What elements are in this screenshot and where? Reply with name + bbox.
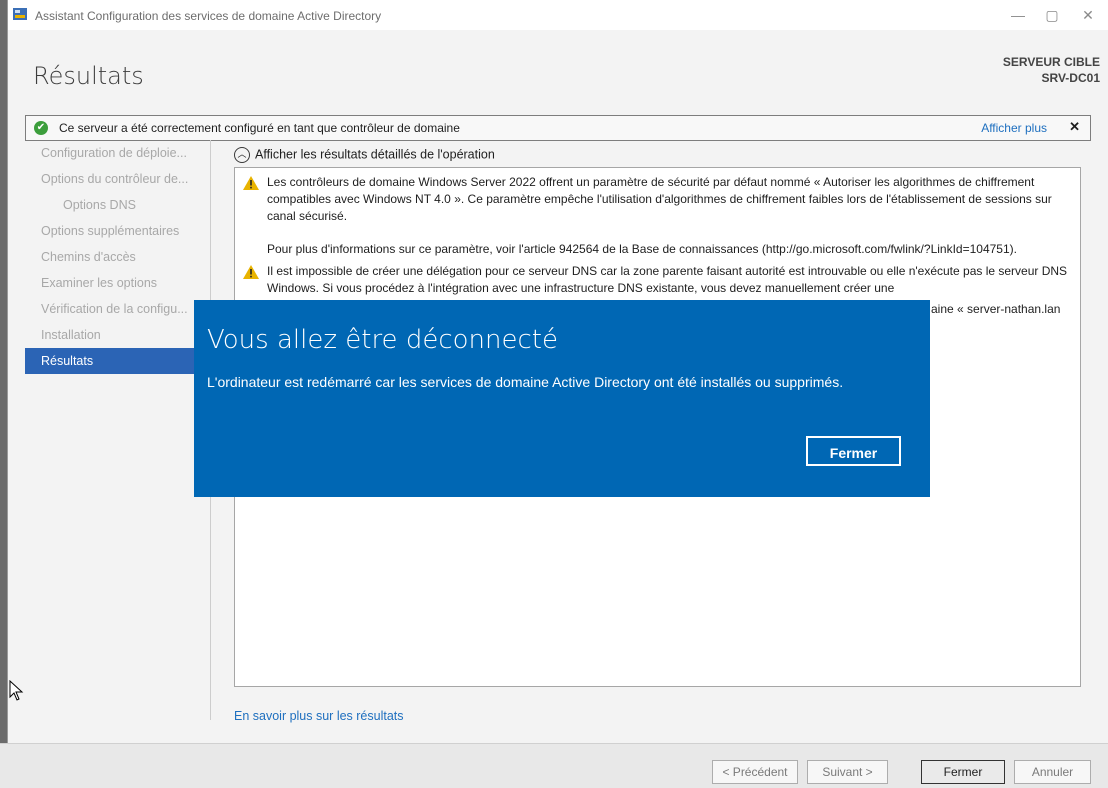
nav-item-results[interactable]: Résultats [25,348,210,374]
dialog-title: Vous allez être déconnecté [207,325,558,355]
warning-icon [243,176,259,190]
maximize-button[interactable]: ▢ [1035,4,1069,26]
dialog-close-label: Fermer [829,445,878,461]
title-bar: Assistant Configuration des services de … [8,0,1108,30]
server-manager-icon [13,8,27,20]
nav-item-installation[interactable]: Installation [25,322,210,348]
target-server: SERVEUR CIBLE SRV-DC01 [1003,54,1100,86]
nav-item-dc-options[interactable]: Options du contrôleur de... [25,166,210,192]
nav-item-dns-options[interactable]: Options DNS [25,192,210,218]
nav-item-prereq-check[interactable]: Vérification de la configu... [25,296,210,322]
page-header: Résultats SERVEUR CIBLE SRV-DC01 [8,30,1108,114]
minimize-button[interactable]: — [1001,4,1035,26]
result-message-text: Il est impossible de créer une délégatio… [267,264,1068,295]
dialog-close-button[interactable]: Fermer [806,436,901,466]
target-server-name: SRV-DC01 [1041,71,1100,85]
dismiss-notification-button[interactable]: ✕ [1069,119,1080,135]
result-message-text: aine « server-nathan.lan [931,302,1061,316]
success-check-icon: ✔ [34,121,48,135]
nav-item-review[interactable]: Examiner les options [25,270,210,296]
detailed-results-toggle[interactable]: ︿ Afficher les résultats détaillés de l'o… [234,147,495,163]
target-server-label: SERVEUR CIBLE [1002,55,1100,69]
notification-bar: ✔ Ce serveur a été correctement configur… [25,115,1091,141]
signout-dialog: Vous allez être déconnecté L'ordinateur … [194,300,930,497]
result-message-text: Pour plus d'informations sur ce paramètr… [267,242,1017,256]
show-more-link[interactable]: Afficher plus [981,121,1047,135]
close-button[interactable]: Fermer [921,760,1005,784]
learn-more-link[interactable]: En savoir plus sur les résultats [234,709,404,723]
detailed-results-label: Afficher les résultats détaillés de l'op… [255,147,495,162]
notification-text: Ce serveur a été correctement configuré … [59,121,460,135]
window-title: Assistant Configuration des services de … [35,9,382,23]
wizard-footer: < Précédent Suivant > Fermer Annuler [0,743,1108,788]
nav-item-paths[interactable]: Chemins d'accès [25,244,210,270]
wizard-nav: Configuration de déploie... Options du c… [25,140,210,374]
nav-item-deployment[interactable]: Configuration de déploie... [25,140,210,166]
previous-button[interactable]: < Précédent [712,760,798,784]
chevron-up-icon: ︿ [234,147,250,163]
cancel-button[interactable]: Annuler [1014,760,1091,784]
page-title: Résultats [33,62,144,90]
dialog-message: L'ordinateur est redémarré car les servi… [207,374,844,390]
result-message-text: Les contrôleurs de domaine Windows Serve… [267,175,1052,223]
mouse-cursor-icon [9,680,24,701]
warning-icon [243,265,259,279]
next-button[interactable]: Suivant > [807,760,888,784]
close-window-button[interactable]: ✕ [1071,4,1105,26]
nav-item-additional-options[interactable]: Options supplémentaires [25,218,210,244]
